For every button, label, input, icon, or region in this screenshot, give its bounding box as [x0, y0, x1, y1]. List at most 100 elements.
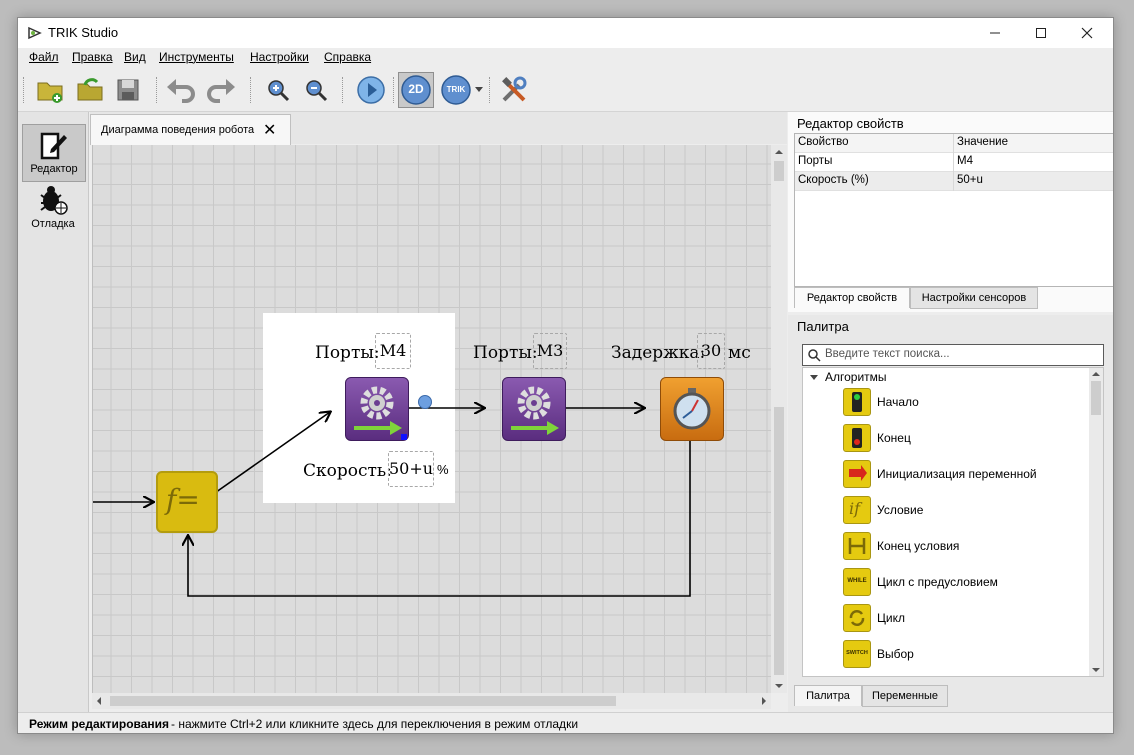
palette-item-label: Инициализация переменной	[877, 467, 1037, 481]
maximize-icon	[1036, 28, 1046, 38]
editor-mode-label: Редактор	[30, 163, 78, 175]
toolbar: 2D TRIK	[18, 69, 1113, 112]
menu-file[interactable]: Файл	[29, 50, 59, 64]
redo-button[interactable]	[205, 74, 237, 106]
property-value[interactable]: 50+u	[957, 174, 983, 186]
open-project-button[interactable]	[74, 74, 106, 106]
formula-symbol: f=	[166, 483, 200, 516]
editor-mode-button[interactable]: Редактор	[22, 124, 86, 182]
robot-settings-button[interactable]	[498, 74, 530, 106]
while-icon: WHILE	[843, 568, 871, 596]
menu-help[interactable]: Справка	[324, 50, 371, 64]
new-project-button[interactable]	[34, 74, 66, 106]
scroll-thumb[interactable]	[110, 696, 616, 706]
mode-2d-label: 2D	[408, 82, 424, 96]
status-bar[interactable]: Режим редактирования - нажмите Ctrl+2 ил…	[18, 712, 1113, 733]
timer-block[interactable]	[660, 377, 724, 441]
scroll-left-icon	[97, 697, 101, 705]
save-button[interactable]	[112, 74, 144, 106]
canvas-horizontal-scrollbar[interactable]	[92, 693, 771, 709]
category-algorithms[interactable]: Алгоритмы	[825, 370, 887, 384]
palette-item-switch[interactable]: SWITCH Выбор	[843, 639, 1083, 669]
palette-item-if[interactable]: if Условие	[843, 495, 1083, 525]
toolbar-separator	[489, 77, 491, 103]
mode-dock: Редактор Отладка	[18, 112, 89, 712]
menu-edit[interactable]: Правка	[72, 50, 113, 64]
menu-tools[interactable]: Инструменты	[159, 50, 234, 64]
resize-handle[interactable]	[401, 434, 407, 440]
save-icon	[117, 79, 139, 101]
formula-block[interactable]: f=	[156, 471, 218, 533]
minimize-button[interactable]	[972, 18, 1018, 48]
trik-robot-button[interactable]: TRIK	[440, 74, 472, 106]
property-table: Свойство Значение Порты M4 Скорость (%) …	[794, 133, 1113, 287]
timer-delay-value[interactable]: 30	[697, 333, 725, 369]
if-icon: if	[843, 496, 871, 524]
undo-button[interactable]	[165, 74, 197, 106]
menu-settings[interactable]: Настройки	[250, 50, 309, 64]
switch-icon: SWITCH	[843, 640, 871, 668]
table-row[interactable]: Скорость (%) 50+u	[795, 172, 1113, 191]
zoom-out-icon	[306, 80, 328, 102]
maximize-button[interactable]	[1018, 18, 1064, 48]
palette-item-label: Конец	[877, 431, 911, 445]
scroll-thumb-lower[interactable]	[774, 407, 784, 675]
title-bar: TRIK Studio	[18, 18, 1113, 48]
motor1-forward-block[interactable]	[345, 377, 409, 441]
property-editor-panel: Редактор свойств Свойство Значение Порты…	[788, 112, 1113, 312]
scroll-down-icon	[775, 684, 783, 688]
tab-palette[interactable]: Палитра	[794, 685, 862, 706]
palette-item-initial[interactable]: Начало	[843, 387, 1083, 417]
chevron-down-icon[interactable]	[809, 373, 819, 383]
palette-item-label: Конец условия	[877, 539, 960, 553]
tab-close-icon[interactable]: ✕	[263, 120, 276, 140]
tab-robot-diagram[interactable]: Диаграмма поведения робота ✕	[90, 114, 291, 145]
palette-scrollbar[interactable]	[1089, 367, 1104, 677]
column-property: Свойство	[798, 136, 849, 148]
column-value: Значение	[957, 136, 1008, 148]
canvas-vertical-scrollbar[interactable]	[771, 145, 787, 693]
minimize-icon	[990, 32, 1000, 34]
toolbar-separator	[250, 77, 252, 103]
motor1-speed-value[interactable]: 50+u	[388, 451, 434, 487]
mode-2d-button[interactable]: 2D	[398, 72, 434, 108]
bug-icon	[40, 186, 68, 215]
toolbar-separator	[342, 77, 344, 103]
property-value[interactable]: M4	[957, 155, 973, 167]
robot-dropdown-button[interactable]	[473, 74, 485, 106]
palette-item-loop[interactable]: Цикл	[843, 603, 1083, 633]
scroll-right-icon	[762, 697, 766, 705]
zoom-in-button[interactable]	[262, 74, 294, 106]
motor2-forward-block[interactable]	[502, 377, 566, 441]
debug-mode-button[interactable]: Отладка	[22, 180, 84, 236]
motor2-ports-value[interactable]: M3	[533, 333, 567, 369]
palette-item-while-loop[interactable]: WHILE Цикл с предусловием	[843, 567, 1083, 597]
stopwatch-icon	[673, 388, 711, 430]
tab-property-editor[interactable]: Редактор свойств	[794, 287, 910, 308]
palette-item-fork-end[interactable]: Конец условия	[843, 531, 1083, 561]
menu-view[interactable]: Вид	[124, 50, 146, 64]
play-icon	[357, 76, 385, 104]
tab-variables[interactable]: Переменные	[862, 685, 948, 707]
motor1-speed-unit: %	[437, 462, 449, 477]
tab-sensor-settings[interactable]: Настройки сенсоров	[910, 287, 1038, 309]
link-port-handle[interactable]	[418, 395, 432, 409]
link-formula-to-motor1[interactable]	[201, 412, 330, 503]
palette-item-final[interactable]: Конец	[843, 423, 1083, 453]
gear-arrow-icon	[511, 386, 559, 435]
motor1-ports-value[interactable]: M4	[375, 333, 411, 369]
scroll-down-icon	[1092, 668, 1100, 672]
palette-item-variable-init[interactable]: Инициализация переменной	[843, 459, 1083, 489]
palette-item-label: Цикл с предусловием	[877, 575, 998, 589]
search-input[interactable]: Введите текст поиска...	[802, 344, 1104, 366]
run-button[interactable]	[355, 74, 387, 106]
loop-icon	[843, 604, 871, 632]
close-window-button[interactable]	[1064, 18, 1110, 48]
zoom-out-button[interactable]	[300, 74, 332, 106]
diagram-canvas[interactable]: f= Порты: M4 Скорость: 50+u % Порты: M3	[92, 145, 772, 693]
toolbar-separator	[156, 77, 158, 103]
palette-panel: Палитра Введите текст поиска... Алгоритм…	[788, 315, 1113, 713]
scroll-thumb[interactable]	[774, 161, 784, 181]
scroll-thumb[interactable]	[1091, 381, 1101, 415]
table-row[interactable]: Порты M4	[795, 153, 1113, 172]
